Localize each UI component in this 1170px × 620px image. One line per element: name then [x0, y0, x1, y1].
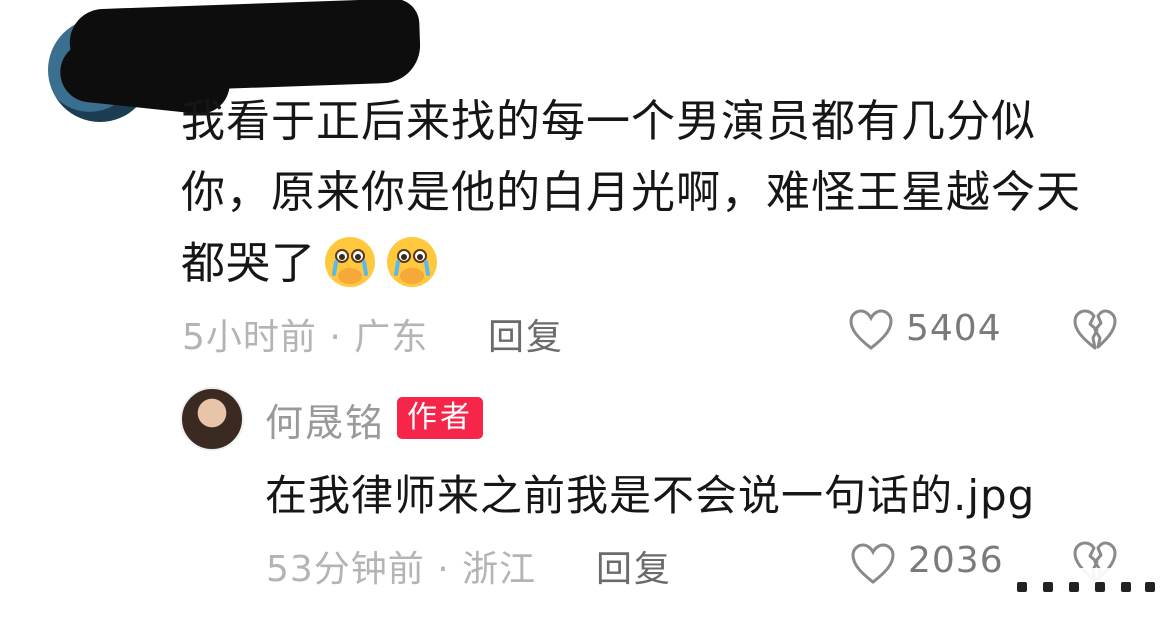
- comment-line-1: 我看于正后来找的每一个男演员都有几分似: [181, 96, 1036, 147]
- watermark-mark: [1069, 582, 1079, 592]
- comment-thread: 我看于正后来找的每一个男演员都有几分似 你，原来你是他的白月光啊，难怪王星越今天…: [0, 0, 1170, 620]
- comment-line-3-text: 都哭了: [181, 238, 316, 289]
- author-name[interactable]: 何晟铭: [265, 392, 385, 447]
- broken-heart-icon[interactable]: [1072, 308, 1118, 352]
- crying-face-icon: [325, 237, 375, 287]
- watermark-mark: [1145, 582, 1155, 592]
- comment-meta: 5小时前 · 广东: [182, 317, 429, 358]
- watermark-mark: [1017, 582, 1027, 592]
- author-avatar[interactable]: [180, 387, 244, 451]
- watermark-mark: [1043, 582, 1053, 592]
- watermark-mark: [1121, 582, 1131, 592]
- like-count-2: 2036: [908, 540, 1004, 581]
- author-badge: 作者: [397, 397, 483, 439]
- reply-button[interactable]: 回复: [488, 308, 564, 360]
- heart-icon[interactable]: [850, 542, 896, 586]
- comment-body: 我看于正后来找的每一个男演员都有几分似 你，原来你是他的白月光啊，难怪王星越今天…: [181, 86, 1101, 299]
- comment-line-3: 都哭了: [181, 228, 1101, 299]
- crying-face-icon: [387, 237, 437, 287]
- comment-line-2: 你，原来你是他的白月光啊，难怪王星越今天: [181, 167, 1081, 218]
- watermark-mark: [1095, 582, 1105, 592]
- watermark: [1005, 568, 1165, 608]
- reply-meta: 53分钟前 · 浙江: [266, 549, 537, 590]
- like-count: 5404: [906, 308, 1002, 349]
- reply-body: 在我律师来之前我是不会说一句话的.jpg: [265, 471, 1036, 520]
- reply-button-2[interactable]: 回复: [596, 540, 672, 592]
- heart-icon[interactable]: [848, 308, 894, 352]
